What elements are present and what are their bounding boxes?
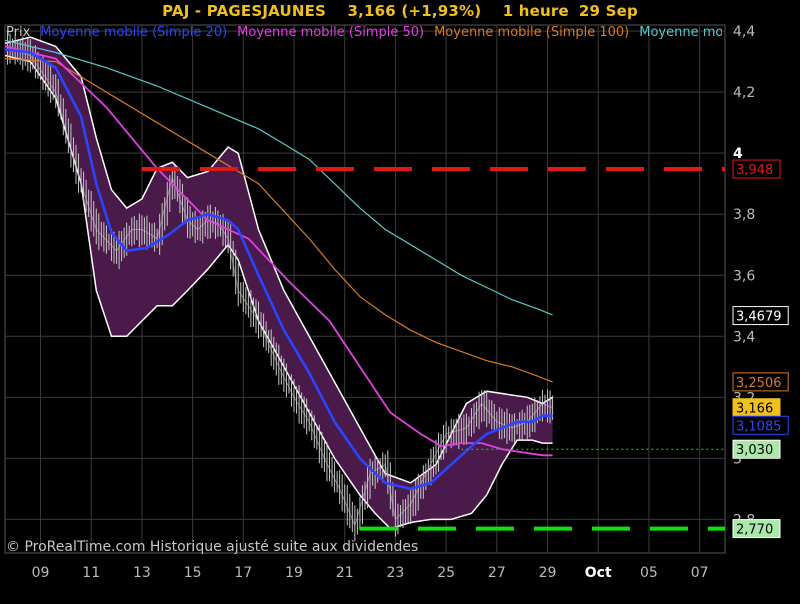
x-tick-label: 19 [285, 565, 303, 581]
y-tick-label: 3,4 [733, 329, 755, 345]
chart-root: 2,833,23,43,63,844,24,409111315171921232… [0, 0, 800, 600]
value-label-text: 3,4679 [736, 310, 782, 325]
title-date: 29 Sep [578, 2, 638, 20]
title-symbol: PAJ - PAGESJAUNES [162, 2, 327, 20]
value-label-text: 3,2506 [736, 376, 782, 391]
value-label-text: 3,166 [736, 402, 773, 417]
x-tick-label: 13 [133, 565, 151, 581]
value-label-text: 2,770 [736, 523, 773, 538]
legend-item: Moyenne mobile (Simple 100) [434, 25, 630, 40]
chart-legend: Prix Moyenne mobile (Simple 20) Moyenne mo… [6, 25, 722, 41]
x-tick-label: 07 [691, 565, 709, 581]
value-label-text: 3,948 [736, 163, 773, 178]
y-tick-label: 4,4 [733, 24, 755, 40]
title-period: 1 heure [502, 2, 569, 20]
x-tick-label: 25 [437, 565, 455, 581]
watermark: © ProRealTime.com Historique ajusté suit… [6, 539, 419, 555]
x-tick-label: 05 [640, 565, 658, 581]
x-tick-label: 11 [82, 565, 100, 581]
x-tick-label: Oct [585, 565, 612, 581]
legend-item: Prix [6, 25, 31, 40]
x-tick-label: 15 [184, 565, 202, 581]
chart-title: PAJ - PAGESJAUNES 3,166 (+1,93%) 1 heure… [0, 2, 800, 20]
legend-item: Moyenne mobile (Simple 200) [639, 25, 722, 40]
title-quote: 3,166 (+1,93%) [347, 2, 482, 20]
x-tick-label: 09 [32, 565, 50, 581]
legend-item: Moyenne mobile (Simple 50) [237, 25, 425, 40]
value-label-text: 3,1085 [736, 419, 782, 434]
x-tick-label: 17 [234, 565, 252, 581]
x-tick-label: 21 [336, 565, 354, 581]
y-tick-label: 3,8 [733, 207, 755, 223]
y-tick-label: 3,6 [733, 268, 755, 284]
x-tick-label: 27 [488, 565, 506, 581]
x-tick-label: 29 [539, 565, 557, 581]
price-chart[interactable]: 2,833,23,43,63,844,24,409111315171921232… [0, 0, 800, 600]
legend-item: Moyenne mobile (Simple 20) [40, 25, 228, 40]
y-tick-label: 4,2 [733, 85, 755, 101]
x-tick-label: 23 [387, 565, 405, 581]
value-label-text: 3,030 [736, 443, 773, 458]
